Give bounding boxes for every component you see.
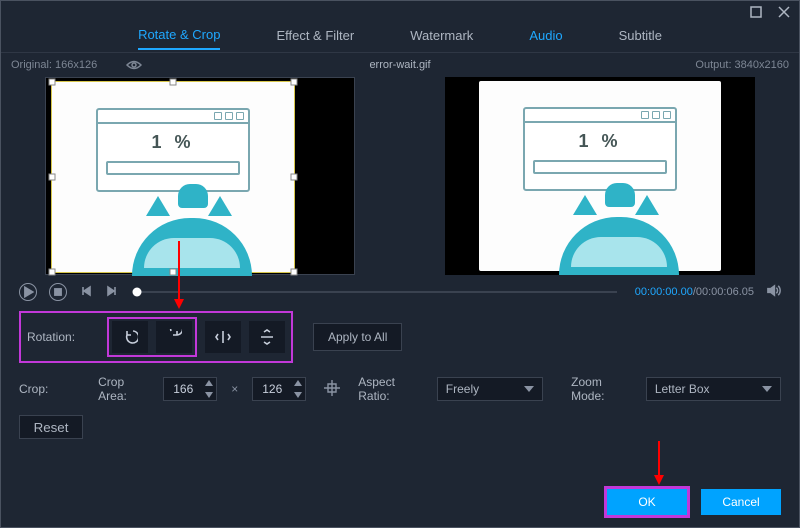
play-button[interactable]	[19, 283, 37, 301]
cancel-button[interactable]: Cancel	[701, 489, 781, 515]
crop-row: Crop: Crop Area: × Aspect Ratio: Freely …	[1, 369, 799, 409]
rotate-left-button[interactable]	[112, 321, 148, 353]
crop-handle[interactable]	[49, 174, 56, 181]
time-display: 00:00:00.00/00:00:06.05	[635, 286, 754, 298]
aspect-ratio-select[interactable]: Freely	[437, 377, 543, 401]
rotation-row: Rotation: Apply to All	[1, 305, 799, 369]
aspect-ratio-label: Aspect Ratio:	[358, 375, 427, 403]
crop-position-icon[interactable]	[316, 378, 348, 401]
flip-horizontal-button[interactable]	[205, 321, 241, 353]
crop-selection[interactable]: 1 %	[52, 82, 294, 272]
tab-subtitle[interactable]: Subtitle	[619, 28, 662, 49]
rotation-primary-group	[107, 317, 197, 357]
zoom-mode-select[interactable]: Letter Box	[646, 377, 781, 401]
preview-area: 1 % 1 %	[1, 73, 799, 275]
reset-button[interactable]: Reset	[19, 415, 83, 439]
spin-up-icon[interactable]	[291, 377, 305, 389]
close-icon[interactable]	[777, 5, 791, 22]
crop-width-input[interactable]	[163, 377, 217, 401]
next-frame-button[interactable]	[105, 284, 119, 301]
tab-bar: Rotate & Crop Effect & Filter Watermark …	[1, 25, 799, 53]
spin-up-icon[interactable]	[202, 377, 216, 389]
apply-to-all-button[interactable]: Apply to All	[313, 323, 402, 351]
crop-handle[interactable]	[170, 269, 177, 276]
crop-handle[interactable]	[49, 269, 56, 276]
seek-handle[interactable]	[133, 288, 142, 297]
crop-height-input[interactable]	[252, 377, 306, 401]
maximize-icon[interactable]	[749, 5, 763, 22]
multiply-icon: ×	[227, 382, 242, 396]
tab-rotate-crop[interactable]: Rotate & Crop	[138, 27, 220, 50]
zoom-mode-label: Zoom Mode:	[571, 375, 636, 403]
meta-row: Original: 166x126 error-wait.gif Output:…	[1, 53, 799, 73]
original-dimensions: Original: 166x126	[11, 59, 97, 71]
rotate-right-button[interactable]	[156, 321, 192, 353]
annotation-arrow-icon	[653, 441, 665, 490]
rotation-label: Rotation:	[27, 330, 99, 344]
volume-icon[interactable]	[766, 283, 781, 301]
flip-vertical-button[interactable]	[249, 321, 285, 353]
spin-down-icon[interactable]	[291, 389, 305, 401]
source-frame: 1 %	[52, 82, 294, 272]
rotation-highlight: Rotation:	[19, 311, 293, 363]
tab-audio[interactable]: Audio	[529, 28, 562, 49]
stop-button[interactable]	[49, 283, 67, 301]
footer: OK Cancel	[607, 489, 781, 515]
preview-toggle-icon[interactable]	[100, 59, 142, 71]
filename: error-wait.gif	[369, 59, 430, 71]
crop-handle[interactable]	[291, 269, 298, 276]
transport-bar: 00:00:00.00/00:00:06.05	[1, 275, 799, 301]
tab-watermark[interactable]: Watermark	[410, 28, 473, 49]
output-dimensions: Output: 3840x2160	[695, 59, 789, 71]
crop-handle[interactable]	[170, 79, 177, 86]
crop-handle[interactable]	[291, 174, 298, 181]
crop-handle[interactable]	[291, 79, 298, 86]
crop-area-label: Crop Area:	[98, 375, 153, 403]
spin-down-icon[interactable]	[202, 389, 216, 401]
editor-window: Rotate & Crop Effect & Filter Watermark …	[0, 0, 800, 528]
seek-bar[interactable]	[137, 291, 617, 293]
crop-preview-pane[interactable]: 1 %	[45, 77, 355, 275]
crop-label: Crop:	[19, 382, 88, 396]
prev-frame-button[interactable]	[79, 284, 93, 301]
crop-height-field[interactable]	[253, 382, 291, 396]
output-preview-pane: 1 %	[445, 77, 755, 275]
frame-text: 1 %	[98, 132, 248, 153]
crop-handle[interactable]	[49, 79, 56, 86]
tab-effect-filter[interactable]: Effect & Filter	[276, 28, 354, 49]
frame-text: 1 %	[525, 131, 675, 152]
crop-width-field[interactable]	[164, 382, 202, 396]
ok-button[interactable]: OK	[607, 489, 687, 515]
output-frame: 1 %	[479, 81, 721, 271]
titlebar	[1, 1, 799, 25]
